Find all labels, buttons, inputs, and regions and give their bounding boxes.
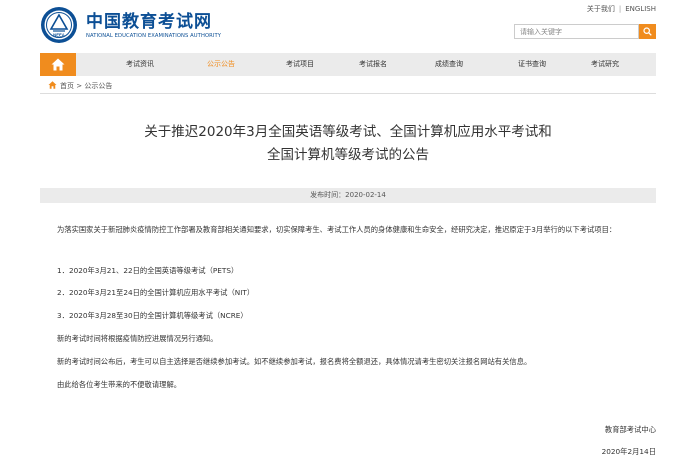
breadcrumb: 首页 > 公示公告: [48, 81, 112, 91]
article-title-line-2: 全国计算机等级考试的公告: [267, 147, 429, 163]
search-box: 请输入关键字: [514, 24, 656, 39]
main-nav: 考试资讯 公示公告 考试项目 考试报名 成绩查询 证书查询 考试研究: [40, 53, 656, 76]
nav-item-score-query[interactable]: 成绩查询: [414, 53, 484, 76]
article-sign-date: 2020年2月14日: [601, 447, 656, 456]
article-paragraph-4: 由此给各位考生带来的不便敬请理解。: [57, 380, 182, 389]
exam-item-1: 1．2020年3月21、22日的全国英语等级考试（PETS）: [57, 266, 239, 275]
publish-date: 发布时间：2020-02-14: [40, 188, 656, 203]
home-icon: [48, 81, 57, 89]
top-links: 关于我们 | ENGLISH: [587, 4, 656, 14]
breadcrumb-separator: >: [76, 82, 83, 90]
exam-item-2: 2．2020年3月21至24日的全国计算机应用水平考试（NIT）: [57, 288, 255, 297]
article-paragraph-3: 新的考试时间公布后，考生可以自主选择是否继续参加考试。如不继续参加考试，报名费将…: [57, 357, 532, 366]
nav-item-announcements[interactable]: 公示公告: [186, 53, 256, 76]
article-paragraph-2: 新的考试时间将根据疫情防控进展情况另行通知。: [57, 334, 218, 343]
nav-item-certificate-query[interactable]: 证书查询: [497, 53, 567, 76]
about-link[interactable]: 关于我们: [587, 5, 615, 13]
article-title: 关于推迟2020年3月全国英语等级考试、全国计算机应用水平考试和 全国计算机等级…: [40, 121, 656, 167]
search-button[interactable]: [639, 24, 656, 39]
divider: [40, 93, 656, 94]
search-input[interactable]: 请输入关键字: [514, 24, 639, 39]
site-brand[interactable]: 中国教育考试网 NATIONAL EDUCATION EXAMINATIONS …: [86, 12, 221, 39]
nav-item-exam-news[interactable]: 考试资讯: [105, 53, 175, 76]
separator: |: [618, 5, 622, 13]
nav-home-button[interactable]: [40, 53, 76, 76]
search-icon: [643, 27, 652, 36]
logo-text: NEEA: [53, 33, 65, 38]
nav-item-registration[interactable]: 考试报名: [338, 53, 408, 76]
breadcrumb-home[interactable]: 首页: [60, 82, 74, 90]
article-intro: 为落实国家关于新冠肺炎疫情防控工作部署及教育部相关通知要求，切实保障考生、考试工…: [57, 225, 617, 234]
site-subtitle: NATIONAL EDUCATION EXAMINATIONS AUTHORIT…: [86, 33, 222, 39]
nav-item-exam-research[interactable]: 考试研究: [570, 53, 640, 76]
breadcrumb-current[interactable]: 公示公告: [84, 82, 112, 90]
english-link[interactable]: ENGLISH: [625, 5, 656, 13]
exam-item-3: 3．2020年3月28至30日的全国计算机等级考试（NCRE）: [57, 311, 248, 320]
home-icon: [51, 58, 65, 71]
article-title-line-1: 关于推迟2020年3月全国英语等级考试、全国计算机应用水平考试和: [144, 124, 552, 140]
nav-item-exam-programs[interactable]: 考试项目: [265, 53, 335, 76]
site-title: 中国教育考试网: [86, 12, 212, 32]
neea-logo[interactable]: NEEA: [40, 6, 78, 44]
article-signature: 教育部考试中心: [604, 425, 656, 434]
